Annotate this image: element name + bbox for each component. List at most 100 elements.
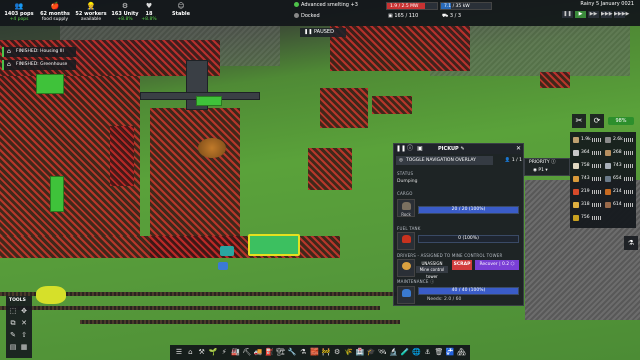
tools-icon[interactable]: ✂ [572, 114, 586, 128]
build-category-icon[interactable]: ⛽ [264, 347, 274, 358]
smelting-status[interactable]: Advanced smelting +3 [294, 1, 358, 10]
resource-item[interactable]: 2.6k [604, 135, 636, 145]
resource-item[interactable]: 743 [604, 161, 636, 171]
build-category-icon[interactable]: 🏘 [457, 347, 467, 358]
pause-icon[interactable]: ❚❚ [396, 144, 406, 154]
resource-item[interactable]: 364 [572, 148, 604, 158]
driver-assignment: Mine control tower [416, 266, 448, 279]
build-category-icon[interactable]: ⌂ [185, 347, 195, 358]
resource-icon [573, 202, 579, 208]
right-tool-row: ✂ ⟳ 98% [572, 114, 634, 128]
status-panel: Advanced smelting +3 1.9 / 2.5 MW 7.1 / … [294, 1, 494, 23]
power-bar[interactable]: 1.9 / 2.5 MW [386, 2, 438, 10]
water-bar[interactable]: 7.1 / 35 kW [440, 2, 492, 10]
resource-item[interactable]: 758 [572, 161, 604, 171]
resource-item[interactable]: 743 [572, 174, 604, 184]
cargo-slot[interactable]: Rock [397, 199, 415, 217]
build-category-icon[interactable]: 🚚 [253, 347, 263, 358]
speed-4-button[interactable]: ▶▶▶▶ [614, 11, 629, 18]
build-category-icon[interactable]: ⚓ [423, 347, 433, 358]
build-category-icon[interactable]: 🔧 [287, 347, 297, 358]
fuel-icon [402, 235, 411, 243]
fuel-slot[interactable] [397, 232, 415, 250]
resource-amount: 1.9k [581, 137, 591, 142]
build-category-icon[interactable]: 🌐 [411, 347, 421, 358]
resource-trend-icon [624, 138, 634, 142]
resource-item[interactable]: 214 [604, 187, 636, 197]
build-category-icon[interactable]: 🧪 [400, 347, 410, 358]
stat-food[interactable]: 🍎 62 months food supply [38, 2, 72, 23]
build-category-icon[interactable]: 🌾 [344, 347, 354, 358]
pause-button[interactable]: ❚❚ [562, 11, 573, 18]
build-category-icon[interactable]: 🗑 [434, 347, 444, 358]
maintenance-section-label: MAINTENANCE ⓘ [397, 279, 435, 284]
build-category-icon[interactable]: 🧱 [310, 347, 320, 358]
game-world[interactable] [0, 0, 640, 360]
info-icon[interactable]: ⓘ [406, 144, 414, 154]
truck-count[interactable]: ⛟ 3 / 3 [442, 12, 461, 21]
resource-item[interactable]: 318 [572, 200, 604, 210]
copy-icon[interactable]: ⧉ [8, 318, 18, 328]
resource-item[interactable]: 219 [572, 187, 604, 197]
build-category-icon[interactable]: 🛰 [377, 347, 387, 358]
build-category-icon[interactable]: 🏥 [355, 347, 365, 358]
speed-2-button[interactable]: ▶▶ [588, 11, 599, 18]
select-icon[interactable]: ⬚ [8, 306, 18, 316]
priority-select[interactable]: ◉ P1 ▾ [533, 167, 567, 175]
recover-button[interactable]: Recover | 0.2 ⬡ [475, 260, 519, 270]
resource-item[interactable]: 268 [604, 148, 636, 158]
resource-amount: 756 [581, 215, 590, 220]
build-category-icon[interactable]: 🏗 [276, 347, 286, 358]
dock-status[interactable]: Docked [294, 12, 320, 21]
camera-icon[interactable]: ▣ [416, 144, 424, 154]
efficiency-badge[interactable]: 98% [608, 117, 634, 125]
build-category-icon[interactable]: 🌱 [208, 347, 218, 358]
build-category-icon[interactable]: ⚗ [298, 347, 308, 358]
stat-workers[interactable]: 👷 52 workers available [74, 2, 108, 23]
refresh-icon[interactable]: ⟳ [590, 114, 604, 128]
speed-1-button[interactable]: ▶ [575, 11, 586, 18]
stat-health[interactable]: ♥ 18 +8.8% [132, 2, 166, 23]
paint-icon[interactable]: ▤ [8, 342, 18, 352]
resource-item[interactable]: 654 [604, 174, 636, 184]
panel-title: PICKUP ✎ [438, 146, 465, 152]
scrap-button[interactable]: SCRAP [452, 260, 472, 270]
notification-greenhouse[interactable]: ⌂ FINISHED: Greenhouse [2, 60, 76, 70]
resource-amount: 758 [581, 163, 590, 168]
build-category-icon[interactable]: ⚡ [219, 347, 229, 358]
resource-trend-icon [624, 203, 634, 207]
build-category-icon[interactable]: 🏭 [231, 347, 241, 358]
build-category-icon[interactable]: 🔬 [389, 347, 399, 358]
resource-icon [573, 150, 579, 156]
storage-count[interactable]: ▣ 165 / 110 [388, 12, 418, 21]
flatten-icon[interactable]: ▦ [19, 342, 29, 352]
build-category-icon[interactable]: ☰ [174, 347, 184, 358]
build-category-icon[interactable]: ⚙ [332, 347, 342, 358]
speed-3-button[interactable]: ▶▶▶ [601, 11, 613, 18]
resource-trend-icon [624, 177, 634, 181]
resource-amount: 654 [613, 176, 622, 181]
pause-icon: ❚❚ [304, 29, 314, 35]
driver-slot[interactable] [397, 259, 415, 277]
maintenance-slot[interactable] [397, 286, 415, 304]
stat-stability[interactable]: ☺ Stable [164, 2, 198, 17]
build-category-icon[interactable]: ⛏ [242, 347, 252, 358]
notification-housing[interactable]: ⌂ FINISHED: Housing III [2, 47, 76, 57]
vehicle-count[interactable]: 👤 1 / 1 [496, 156, 522, 165]
demolish-icon[interactable]: ✕ [19, 318, 29, 328]
close-icon[interactable]: ✕ [516, 144, 521, 154]
upgrade-icon[interactable]: ⇧ [19, 330, 29, 340]
build-category-icon[interactable]: 🚧 [321, 347, 331, 358]
toggle-navigation-overlay-button[interactable]: ◎ TOGGLE NAVIGATION OVERLAY [396, 156, 493, 165]
resource-item[interactable]: 614 [604, 200, 636, 210]
build-category-icon[interactable]: 🎓 [366, 347, 376, 358]
build-category-icon[interactable]: ⚒ [197, 347, 207, 358]
recipes-icon[interactable]: ⚗ [624, 236, 638, 250]
stat-population[interactable]: 👥 1403 pops +4 pops [2, 2, 36, 23]
resource-item[interactable]: 1.9k [572, 135, 604, 145]
resource-item[interactable]: 756 [572, 213, 604, 223]
move-icon[interactable]: ✥ [19, 306, 29, 316]
build-category-icon[interactable]: 🚰 [445, 347, 455, 358]
workers-icon: 👷 [86, 2, 96, 10]
eyedropper-icon[interactable]: ✎ [8, 330, 18, 340]
